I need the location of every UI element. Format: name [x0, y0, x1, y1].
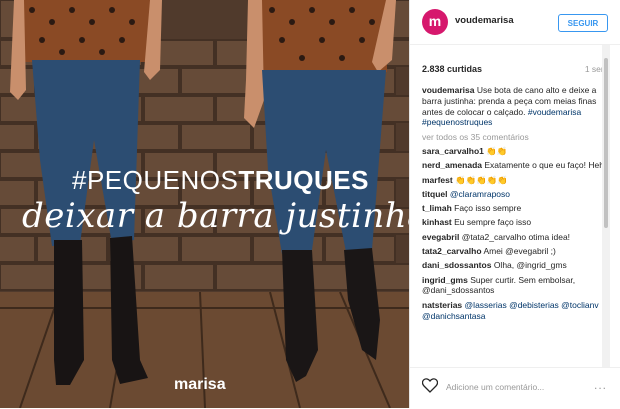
script-subtitle: deixar a barra justinha [22, 196, 409, 236]
comment-text: @tata2_carvalho otima idea! [461, 231, 571, 242]
comment-text: Faço isso sempre [454, 203, 522, 214]
comment-user[interactable]: evegabril [422, 232, 459, 242]
comment-user[interactable]: sara_carvalho1 [422, 146, 484, 156]
comment-text: Exatamente o que eu faço! Hehe [484, 160, 609, 171]
list-item: natsterias @lasserias @debisterias @tocl… [422, 300, 610, 322]
comment-user[interactable]: dani_sdossantos [422, 260, 491, 270]
caption-user[interactable]: voudemarisa [422, 85, 474, 95]
comment-user[interactable]: marfest [422, 175, 453, 185]
hashtag-bold: TRUQUES [238, 165, 369, 195]
comment-user[interactable]: kinhast [422, 217, 452, 227]
list-item: nerd_amenada Exatamente o que eu faço! H… [422, 160, 610, 171]
caption: voudemarisa Use bota de cano alto e deix… [422, 85, 610, 128]
comment-user[interactable]: tata2_carvalho [422, 246, 482, 256]
list-item: ingrid_gms Super curtir. Sem embolsar, @… [422, 275, 610, 297]
list-item: tata2_carvalho Amei @evegabril ;) [422, 246, 610, 257]
likes-count[interactable]: 2.838 curtidas [422, 64, 482, 74]
list-item: dani_sdossantos Olha, @ingrid_gms [422, 260, 610, 271]
list-item: t_limah Faço isso sempre [422, 203, 610, 214]
post-photo[interactable]: #PEQUENOSTRUQUES deixar a barra justinha… [0, 0, 409, 408]
post-header: m voudemarisa SEGUIR [410, 0, 620, 45]
scrollbar-thumb[interactable] [604, 58, 608, 228]
list-item: marfest 👏👏👏👏👏 [422, 175, 610, 186]
hashtag-title: #PEQUENOSTRUQUES [72, 165, 369, 196]
comment-text: Eu sempre faço isso [454, 217, 532, 228]
post-sidebar: m voudemarisa SEGUIR 2.838 curtidas 1 se… [409, 0, 620, 408]
comment-user[interactable]: ingrid_gms [422, 275, 468, 285]
comment-user[interactable]: t_limah [422, 203, 452, 213]
marisa-logo: marisa [174, 376, 226, 393]
list-item: sara_carvalho1 👏👏 [422, 146, 610, 157]
list-item: evegabril @tata2_carvalho otima idea! [422, 232, 610, 243]
avatar-letter: m [428, 13, 442, 29]
list-item: titquel @claramraposo [422, 189, 610, 200]
username-link[interactable]: voudemarisa [455, 15, 514, 26]
comment-text[interactable]: @claramraposo [450, 189, 510, 199]
follow-button[interactable]: SEGUIR [558, 14, 608, 32]
photo-text-overlay: #PEQUENOSTRUQUES deixar a barra justinha… [0, 0, 409, 408]
comments-list: voudemarisa Use bota de cano alto e deix… [422, 85, 610, 367]
view-all-comments-link[interactable]: ver todos os 35 comentários [422, 132, 610, 143]
comment-text: 👏👏 [486, 145, 508, 156]
more-options-icon[interactable]: ... [594, 378, 607, 392]
hashtag-light: #PEQUENOS [72, 165, 239, 195]
list-item: kinhast Eu sempre faço isso [422, 217, 610, 228]
avatar[interactable]: m [422, 9, 448, 35]
comment-text: Amei @evegabril ;) [483, 246, 556, 257]
heart-icon[interactable] [421, 378, 439, 398]
comment-user[interactable]: titquel [422, 189, 448, 199]
comment-user[interactable]: natsterias [422, 300, 462, 310]
comment-bar: Adicione um comentário... ... [410, 367, 620, 409]
comment-text: Olha, @ingrid_gms [493, 260, 567, 271]
comment-user[interactable]: nerd_amenada [422, 160, 482, 170]
comment-text: 👏👏👏👏👏 [455, 174, 509, 185]
add-comment-input[interactable]: Adicione um comentário... [446, 382, 544, 392]
